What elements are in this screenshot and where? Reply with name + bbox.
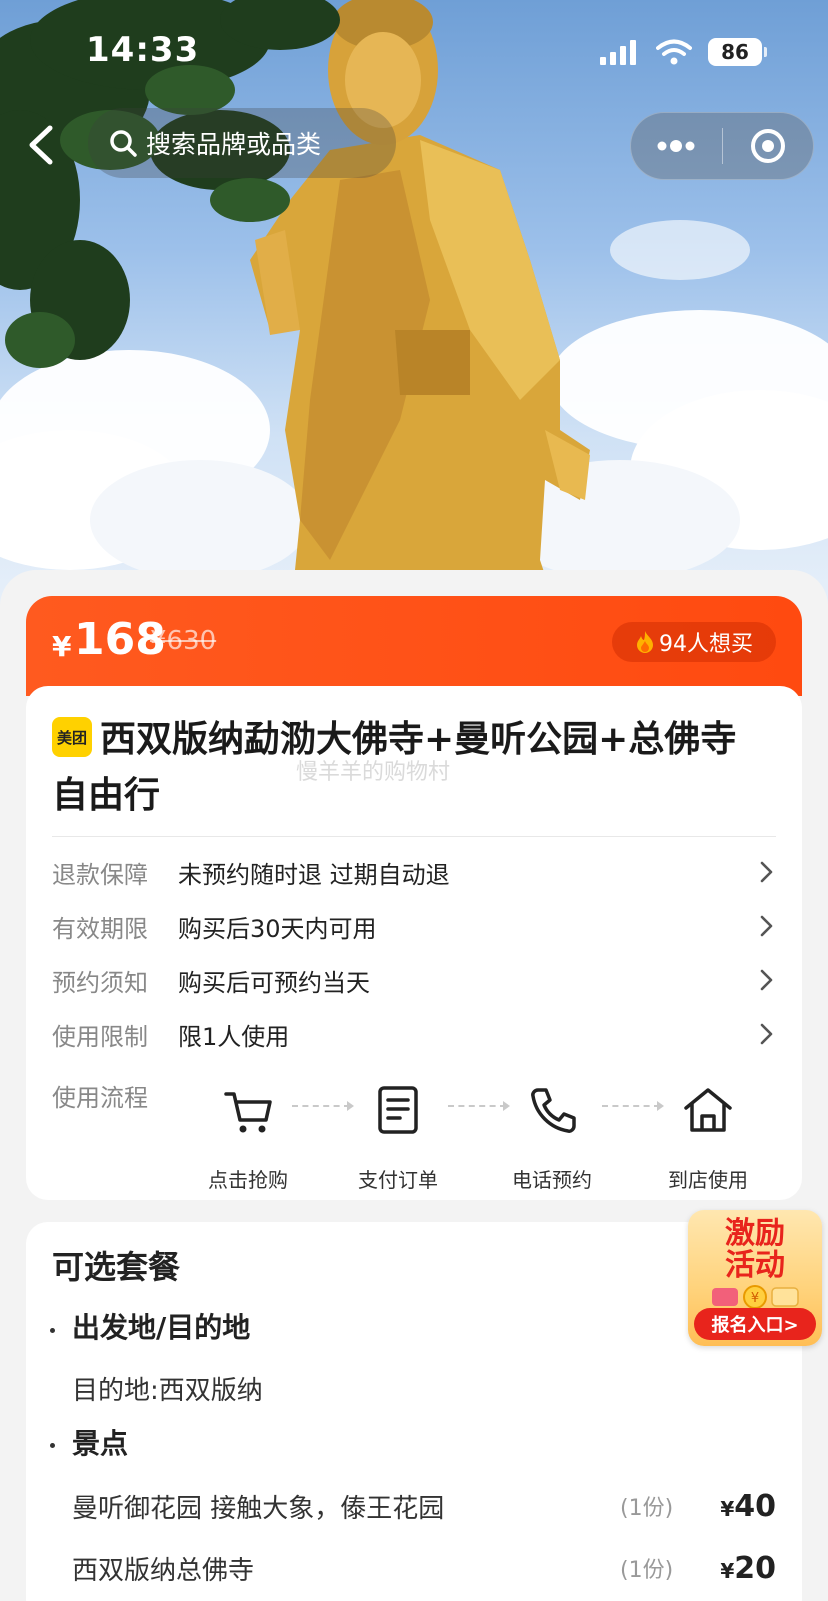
price-currency: ¥ <box>52 630 72 663</box>
item-name: 曼听御花园 接触大象，傣王花园 <box>72 1493 445 1524</box>
item-price: ¥20 <box>710 1551 776 1586</box>
search-icon <box>110 130 137 157</box>
close-miniprogram-button[interactable] <box>723 113 814 179</box>
status-icons: 86 <box>600 38 767 66</box>
package-item: 曼听御花园 接触大象，傣王花园 (1份) ¥40 <box>72 1484 776 1528</box>
order-icon <box>378 1086 418 1134</box>
item-currency: ¥ <box>720 1496 735 1521</box>
promo-line1: 激励 <box>725 1216 785 1251</box>
item-price: ¥40 <box>710 1489 776 1524</box>
search-placeholder: 搜索品牌或品类 <box>146 130 322 159</box>
flow-step-text: 支付订单 <box>358 1168 438 1192</box>
hero-image <box>0 0 828 620</box>
watermark: 慢羊羊的购物村 <box>296 760 451 785</box>
item-name: 西双版纳总佛寺 <box>72 1555 255 1586</box>
status-time: 14:33 <box>86 30 200 70</box>
section-origin: 出发地/目的地 <box>72 1311 251 1344</box>
divider <box>52 836 776 837</box>
bullet-dot <box>50 1328 55 1333</box>
item-qty: (1份) <box>620 1496 674 1521</box>
search-input[interactable]: 搜索品牌或品类 <box>88 108 396 178</box>
detail-value: 未预约随时退 过期自动退 <box>178 860 450 889</box>
svg-text:¥: ¥ <box>751 1291 759 1306</box>
flow-step-buy: 点击抢购 <box>188 1082 308 1193</box>
back-button[interactable] <box>20 120 60 170</box>
battery-indicator: 86 <box>708 38 767 66</box>
original-price: ¥630 <box>150 626 217 656</box>
item-price-value: 20 <box>734 1550 776 1586</box>
item-qty: (1份) <box>620 1558 674 1583</box>
signal-icon <box>600 40 636 65</box>
chevron-right-icon <box>760 1023 773 1045</box>
detail-label: 退款保障 <box>52 860 148 889</box>
flow-step-text: 点击抢购 <box>208 1168 288 1192</box>
package-title: 可选套餐 <box>52 1248 181 1286</box>
want-count-badge: 94人想买 <box>612 622 776 662</box>
miniprogram-capsule <box>630 112 814 180</box>
fire-icon <box>637 631 653 653</box>
phone-icon <box>531 1088 576 1133</box>
home-icon <box>684 1088 732 1132</box>
chevron-right-icon <box>760 861 773 883</box>
flow-step-pay: 支付订单 <box>338 1082 458 1193</box>
chevron-right-icon <box>760 915 773 937</box>
promo-signup-button[interactable]: 报名入口> <box>694 1308 816 1340</box>
flow-step-visit: 到店使用 <box>648 1082 768 1193</box>
chevron-right-icon <box>760 969 773 991</box>
package-item: 西双版纳总佛寺 (1份) ¥20 <box>72 1546 776 1590</box>
promo-line2: 活动 <box>725 1248 785 1283</box>
meituan-badge: 美团 <box>52 717 92 757</box>
item-currency: ¥ <box>720 1558 735 1583</box>
flow-step-text: 到店使用 <box>668 1168 748 1192</box>
coin-icon: ¥ <box>712 1285 799 1308</box>
more-button[interactable] <box>631 113 722 179</box>
detail-row-booking[interactable]: 预约须知 购买后可预约当天 <box>52 960 776 1000</box>
cart-icon <box>224 1092 272 1133</box>
destination-text: 目的地:西双版纳 <box>72 1376 263 1406</box>
target-icon <box>750 129 785 163</box>
section-spots: 景点 <box>72 1427 129 1460</box>
detail-value: 购买后30天内可用 <box>178 914 377 943</box>
detail-value: 购买后可预约当天 <box>178 968 370 997</box>
detail-label: 预约须知 <box>52 968 148 997</box>
want-count-text: 94人想买 <box>659 632 753 657</box>
detail-row-limit[interactable]: 使用限制 限1人使用 <box>52 1014 776 1054</box>
flow-label: 使用流程 <box>52 1084 148 1112</box>
promo-float-button[interactable]: 激励 活动 ¥ 报名入口> <box>688 1210 822 1346</box>
detail-label: 有效期限 <box>52 914 148 943</box>
wifi-icon <box>656 39 692 65</box>
detail-row-refund[interactable]: 退款保障 未预约随时退 过期自动退 <box>52 852 776 892</box>
item-price-value: 40 <box>734 1488 776 1524</box>
detail-row-validity[interactable]: 有效期限 购买后30天内可用 <box>52 906 776 946</box>
flow-step-text: 电话预约 <box>512 1168 592 1192</box>
flow-step-call: 电话预约 <box>492 1082 612 1193</box>
buddha-statue-photo <box>0 0 828 620</box>
bullet-dot <box>50 1443 55 1448</box>
more-dots-icon <box>657 140 695 152</box>
detail-label: 使用限制 <box>52 1022 148 1051</box>
chevron-left-icon <box>29 125 53 165</box>
detail-value: 限1人使用 <box>178 1022 290 1051</box>
